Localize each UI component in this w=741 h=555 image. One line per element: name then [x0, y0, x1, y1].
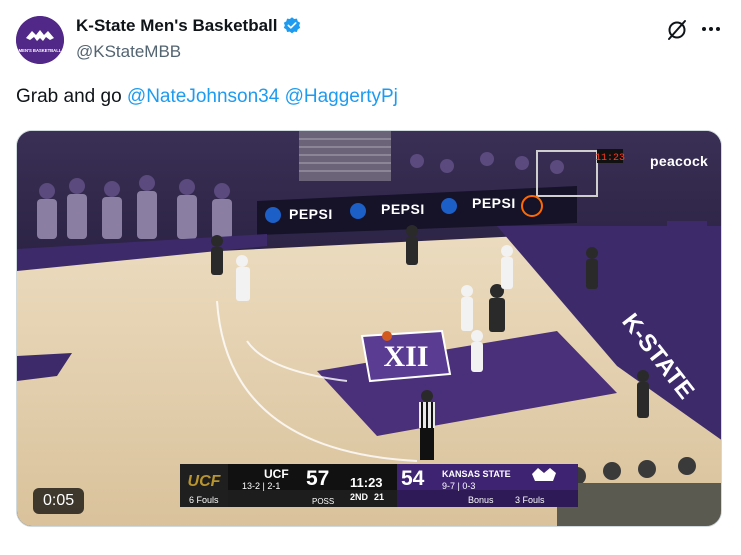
author-handle[interactable]: @KStateMBB [76, 42, 181, 62]
away-score: 57 [306, 467, 330, 490]
game-clock: 11:23 [350, 475, 383, 490]
video-player[interactable]: XII K-STATE 11:23 UCF peacock PEPSI PEPS… [16, 130, 722, 527]
shot-clock-board: 11:23 [595, 153, 625, 164]
home-score: 54 [401, 467, 425, 490]
video-timestamp: 0:05 [33, 488, 85, 514]
home-record: 9-7 | 0-3 [442, 481, 476, 491]
network-logo: peacock [650, 153, 709, 169]
mention-link[interactable]: @NateJohnson34 [127, 86, 279, 107]
tweet-text: Grab and go @NateJohnson34 @HaggertyPj [16, 86, 398, 108]
grok-icon[interactable] [665, 18, 689, 42]
away-record: 13-2 | 2-1 [242, 481, 281, 491]
tweet-body: Grab and go [16, 86, 127, 107]
game-half: 2ND [350, 492, 369, 502]
avatar[interactable]: MEN'S BASKETBALL [16, 16, 64, 64]
svg-text:UCF: UCF [188, 473, 222, 490]
ad-text: PEPSI [381, 201, 425, 217]
mention-link[interactable]: @HaggertyPj [285, 86, 398, 107]
bonus: Bonus [468, 495, 494, 505]
ad-text: PEPSI [289, 206, 333, 222]
ad-text: PEPSI [472, 195, 516, 211]
video-frame: XII K-STATE 11:23 UCF [17, 131, 721, 526]
possession: POSS [312, 497, 335, 506]
svg-text:XII: XII [383, 340, 428, 373]
more-horizontal-icon[interactable] [699, 17, 723, 41]
shot-clock: 21 [374, 492, 385, 502]
verified-badge-icon[interactable] [282, 16, 302, 36]
home-team: KANSAS STATE [442, 469, 511, 479]
display-name[interactable]: K-State Men's Basketball [76, 16, 278, 36]
avatar-text: MEN'S BASKETBALL [19, 48, 62, 53]
away-team: UCF [264, 467, 289, 481]
away-fouls: 6 Fouls [189, 495, 219, 505]
home-fouls: 3 Fouls [515, 495, 545, 505]
